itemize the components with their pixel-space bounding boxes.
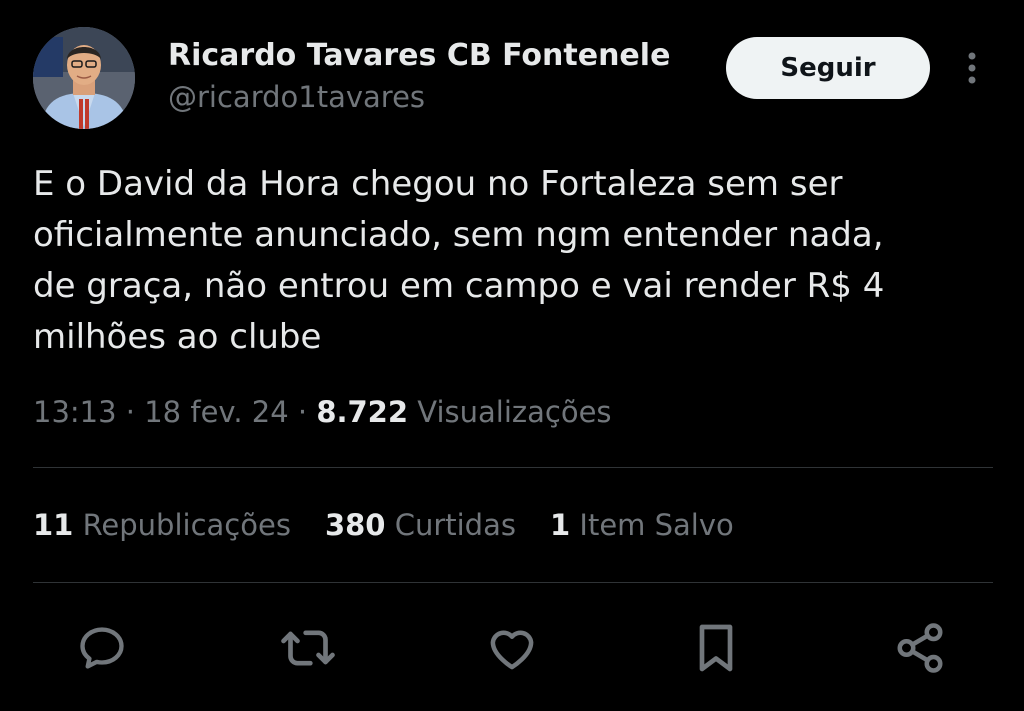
avatar-image <box>33 27 135 129</box>
views-label: Visualizações <box>408 395 612 429</box>
more-vertical-icon <box>968 52 976 84</box>
reposts-count: 11 <box>33 508 74 542</box>
bookmarks-count: 1 <box>549 508 571 542</box>
like-button[interactable] <box>482 618 542 678</box>
tweet-metadata: 13:13 · 18 fev. 24 · 8.722 Visualizações <box>33 395 612 429</box>
repost-icon <box>281 630 335 666</box>
bookmarks-label: Item Salvo <box>570 508 734 542</box>
bookmark-icon <box>699 624 733 672</box>
reposts-label: Republicações <box>73 508 291 542</box>
bookmarks-stat[interactable]: 1 Item Salvo <box>550 508 734 542</box>
likes-label: Curtidas <box>385 508 516 542</box>
heart-icon <box>490 630 534 670</box>
repost-button[interactable] <box>278 618 338 678</box>
tweet-text-line: oficialmente anunciado, sem ngm entender… <box>33 215 884 255</box>
separator-dot: · <box>288 395 317 429</box>
likes-count: 380 <box>324 508 386 542</box>
views-count: 8.722 <box>316 395 409 429</box>
avatar[interactable] <box>33 27 135 129</box>
engagement-stats: 11 Republicações 380 Curtidas 1 Item Sal… <box>33 508 768 542</box>
reply-icon <box>80 627 124 669</box>
divider <box>33 467 993 468</box>
share-button[interactable] <box>890 618 950 678</box>
tweet-text-line: milhões ao clube <box>33 317 322 357</box>
tweet-text: E o David da Hora chegou no Fortaleza se… <box>33 159 993 363</box>
follow-button[interactable]: Seguir <box>726 37 930 99</box>
more-options-button[interactable] <box>956 48 988 88</box>
divider <box>33 582 993 583</box>
tweet-date[interactable]: 18 fev. 24 <box>144 395 288 429</box>
author-display-name[interactable]: Ricardo Tavares CB Fontenele <box>168 38 670 73</box>
likes-stat[interactable]: 380 Curtidas <box>325 508 516 542</box>
share-icon <box>897 623 943 673</box>
author-handle[interactable]: @ricardo1tavares <box>168 80 425 114</box>
tweet-time[interactable]: 13:13 <box>33 395 117 429</box>
reply-button[interactable] <box>72 618 132 678</box>
tweet-text-line: E o David da Hora chegou no Fortaleza se… <box>33 164 843 204</box>
reposts-stat[interactable]: 11 Republicações <box>33 508 291 542</box>
tweet-card: Ricardo Tavares CB Fontenele @ricardo1ta… <box>0 0 1024 711</box>
tweet-text-line: de graça, não entrou em campo e vai rend… <box>33 266 885 306</box>
bookmark-button[interactable] <box>686 618 746 678</box>
separator-dot: · <box>116 395 145 429</box>
